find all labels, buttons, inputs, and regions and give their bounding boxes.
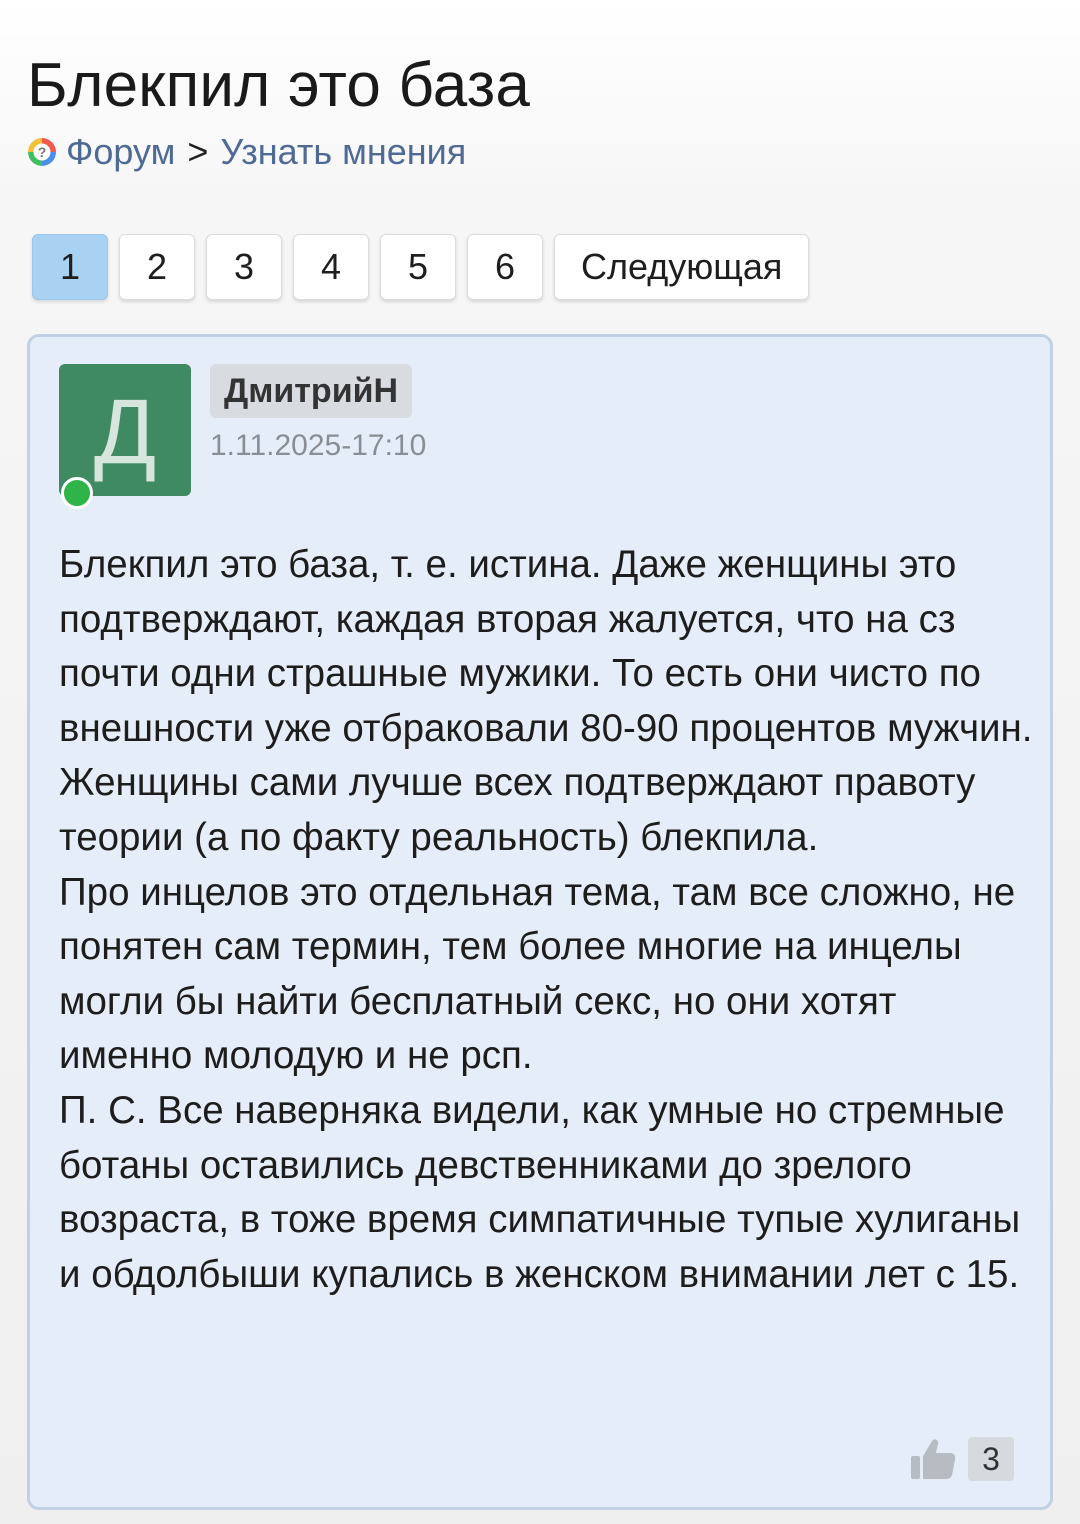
breadcrumb-link-opinions[interactable]: Узнать мнения xyxy=(220,131,466,173)
page-button-1[interactable]: 1 xyxy=(32,234,108,300)
post-author[interactable]: ДмитрийН xyxy=(210,364,413,418)
likes-count: 3 xyxy=(968,1437,1014,1481)
avatar-letter: Д xyxy=(93,381,157,483)
page-button-5[interactable]: 5 xyxy=(380,234,456,300)
svg-text:?: ? xyxy=(38,144,47,160)
post-body: Блекпил это база, т. е. истина. Даже жен… xyxy=(59,538,1034,1302)
page-button-2[interactable]: 2 xyxy=(119,234,195,300)
post-paragraph: П. С. Все наверняка видели, как умные но… xyxy=(59,1088,1021,1296)
page-title: Блекпил это база xyxy=(27,51,531,120)
pagination: 1 2 3 4 5 6 Следующая xyxy=(32,234,810,300)
page-button-3[interactable]: 3 xyxy=(206,234,282,300)
post-paragraph: Блекпил это база, т. е. истина. Даже жен… xyxy=(59,543,1033,859)
post-date: 1.11.2025-17:10 xyxy=(210,429,427,462)
post-card: Д ДмитрийН 1.11.2025-17:10 Блекпил это б… xyxy=(27,334,1053,1510)
breadcrumb-separator: > xyxy=(187,131,209,172)
post-paragraph: Про инцелов это отдельная тема, там все … xyxy=(59,870,1016,1078)
next-page-button[interactable]: Следующая xyxy=(554,234,810,300)
forum-icon: ? xyxy=(28,138,56,166)
likes: 3 xyxy=(910,1437,1014,1481)
breadcrumb-link-forum[interactable]: Форум xyxy=(66,131,175,173)
page-button-4[interactable]: 4 xyxy=(293,234,369,300)
page-button-6[interactable]: 6 xyxy=(467,234,543,300)
breadcrumb: ? Форум > Узнать мнения xyxy=(27,128,466,176)
online-status-indicator xyxy=(61,477,93,509)
thumbs-up-icon[interactable] xyxy=(910,1437,956,1481)
